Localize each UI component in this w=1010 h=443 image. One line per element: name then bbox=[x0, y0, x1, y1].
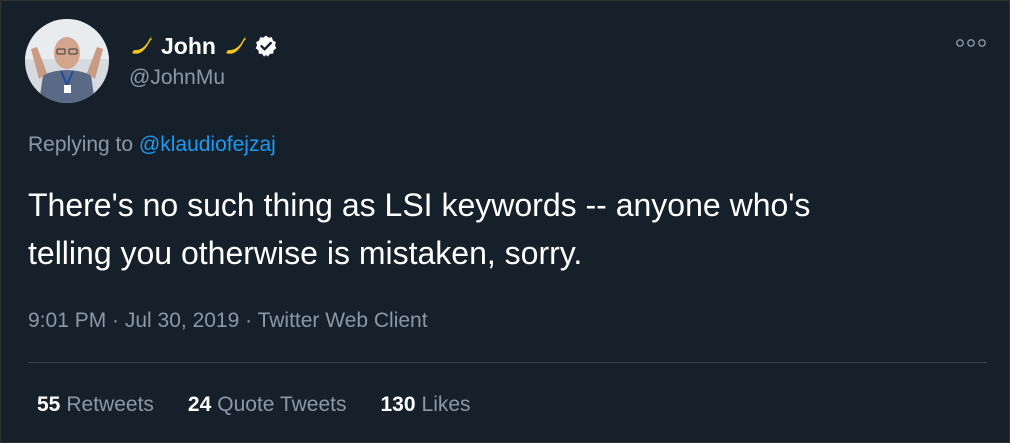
quote-tweets-stat[interactable]: 24 Quote Tweets bbox=[188, 391, 347, 419]
engagement-stats: 55 Retweets 24 Quote Tweets 130 Likes bbox=[37, 391, 505, 419]
tweet-text-line: There's no such thing as LSI keywords --… bbox=[28, 187, 811, 223]
retweets-stat[interactable]: 55 Retweets bbox=[37, 391, 154, 419]
replying-to-prefix: Replying to bbox=[28, 133, 134, 156]
verified-badge-icon bbox=[255, 35, 277, 57]
likes-stat[interactable]: 130 Likes bbox=[380, 391, 470, 419]
avatar[interactable] bbox=[25, 19, 109, 103]
tweet-timestamp[interactable]: 9:01 PM · Jul 30, 2019 · Twitter Web Cli… bbox=[28, 307, 428, 335]
banana-icon bbox=[224, 36, 246, 54]
likes-label: Likes bbox=[421, 393, 471, 416]
tweet-card: John @JohnMu Replying to @klaudiofejzaj … bbox=[0, 0, 1010, 443]
divider bbox=[28, 362, 987, 363]
retweets-label: Retweets bbox=[66, 393, 154, 416]
reply-mention-link[interactable]: @klaudiofejzaj bbox=[139, 133, 276, 156]
author-display-name: John bbox=[161, 33, 216, 59]
author-handle[interactable]: @JohnMu bbox=[129, 64, 225, 92]
replying-to: Replying to @klaudiofejzaj bbox=[28, 131, 276, 159]
more-options-icon[interactable] bbox=[955, 33, 987, 53]
tweet-text-line: telling you otherwise is mistaken, sorry… bbox=[28, 235, 583, 271]
likes-count: 130 bbox=[380, 393, 416, 416]
author-name-row[interactable]: John bbox=[128, 31, 278, 61]
quote-tweets-count: 24 bbox=[187, 393, 212, 416]
retweets-count: 55 bbox=[37, 393, 61, 416]
quote-tweets-label: Quote Tweets bbox=[217, 393, 347, 416]
avatar-photo bbox=[25, 19, 109, 103]
banana-icon bbox=[131, 36, 152, 54]
tweet-text: There's no such thing as LSI keywords --… bbox=[28, 181, 968, 277]
